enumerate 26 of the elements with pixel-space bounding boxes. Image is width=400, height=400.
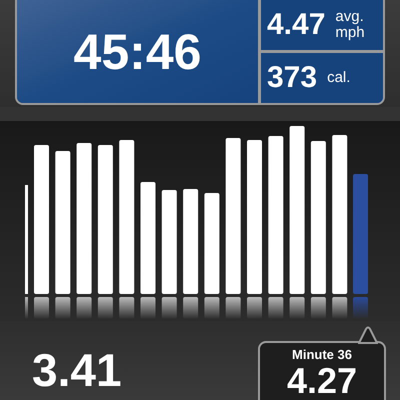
bar-reflection: [119, 297, 134, 319]
stat-value: 4.47: [267, 10, 326, 40]
bar-reflection: [353, 297, 368, 319]
bar-reflection: [140, 297, 156, 319]
bar-reflection: [310, 297, 326, 319]
stat-unit: avg.: [335, 9, 365, 25]
bar-reflection: [183, 297, 198, 319]
stat-value: 373: [267, 63, 318, 93]
bar-reflection: [162, 297, 177, 319]
bar-reflection: [247, 297, 262, 319]
callout-label: Minute 36: [292, 348, 352, 361]
stat-unit: mph: [335, 25, 365, 41]
bar-reflection: [268, 297, 284, 319]
bar-reflection: [25, 297, 28, 319]
bar-reflection: [204, 297, 220, 319]
bar-reflection: [34, 297, 49, 319]
bar-reflection: [98, 297, 113, 319]
callout-value: 4.27: [286, 363, 358, 399]
pace-value: 3.41: [32, 347, 122, 393]
bar-reflection: [55, 297, 70, 319]
bar-reflection: [226, 297, 241, 319]
bar-reflection: [290, 297, 305, 319]
bar-reflection: [332, 297, 348, 319]
bar-reflection: [76, 297, 92, 319]
elapsed-time: 45:46: [74, 26, 202, 76]
stat-unit: cal.: [327, 70, 350, 86]
